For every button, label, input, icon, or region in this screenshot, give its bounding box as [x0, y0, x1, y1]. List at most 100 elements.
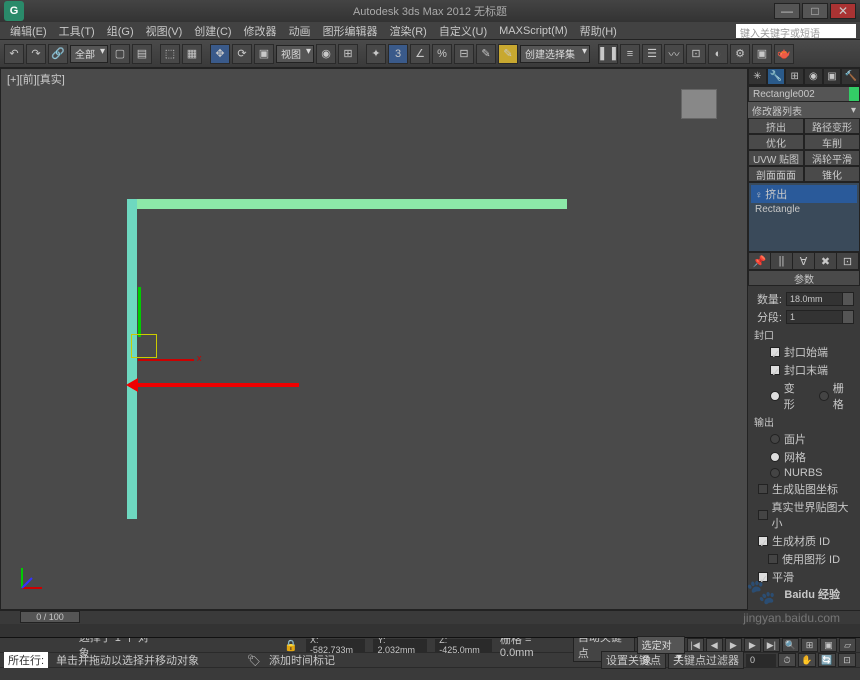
- gizmo-plane[interactable]: [131, 334, 157, 358]
- utilities-tab[interactable]: 🔨: [841, 68, 860, 85]
- pan-button[interactable]: ✋: [798, 653, 816, 667]
- menu-animation[interactable]: 动画: [283, 23, 317, 39]
- x-coord[interactable]: X: -582.733m: [306, 639, 366, 652]
- select-scale-button[interactable]: ▣: [254, 44, 274, 64]
- curve-editor-button[interactable]: 〰: [664, 44, 684, 64]
- named-sel-dropdown[interactable]: 创建选择集: [520, 45, 590, 63]
- add-time-tag[interactable]: 添加时间标记: [269, 652, 335, 668]
- mod-btn-section[interactable]: 剖面面面: [748, 166, 804, 182]
- redo-button[interactable]: ↷: [26, 44, 46, 64]
- mirror-button[interactable]: ▌▐: [598, 44, 618, 64]
- configure-button[interactable]: ⊡: [837, 253, 859, 269]
- rollout-params-header[interactable]: 参数: [748, 270, 860, 286]
- hierarchy-tab[interactable]: ⊞: [785, 68, 804, 85]
- goto-start-button[interactable]: |◀: [687, 638, 704, 652]
- z-coord[interactable]: Z: -425.0mm: [435, 639, 492, 652]
- mod-btn-pathdeform[interactable]: 路径变形: [804, 118, 860, 134]
- manipulate-button[interactable]: ⊞: [338, 44, 358, 64]
- menu-edit[interactable]: 编辑(E): [4, 23, 53, 39]
- render-button[interactable]: 🫖: [774, 44, 794, 64]
- schematic-button[interactable]: ⊡: [686, 44, 706, 64]
- morph-radio[interactable]: [770, 391, 780, 401]
- render-frame-button[interactable]: ▣: [752, 44, 772, 64]
- help-search-input[interactable]: 键入关键字或短语: [736, 24, 856, 38]
- minimize-button[interactable]: —: [774, 3, 800, 19]
- zoom-button[interactable]: 🔍: [782, 638, 799, 652]
- goto-end-button[interactable]: ▶|: [763, 638, 780, 652]
- use-shape-checkbox[interactable]: [768, 554, 778, 564]
- select-rect-button[interactable]: ⬚: [160, 44, 180, 64]
- select-rotate-button[interactable]: ⟳: [232, 44, 252, 64]
- select-object-button[interactable]: ▢: [110, 44, 130, 64]
- spinner-snap-button[interactable]: ⊟: [454, 44, 474, 64]
- link-button[interactable]: 🔗: [48, 44, 68, 64]
- current-frame-field[interactable]: 0: [746, 654, 776, 667]
- zoom-all-button[interactable]: ⊞: [801, 638, 818, 652]
- show-result-button[interactable]: ||: [771, 253, 793, 269]
- window-crossing-button[interactable]: ▦: [182, 44, 202, 64]
- motion-tab[interactable]: ◉: [804, 68, 823, 85]
- amount-spinner[interactable]: 18.0mm: [786, 292, 854, 306]
- time-slider[interactable]: 0 / 100: [0, 610, 860, 624]
- orbit-button[interactable]: 🔄: [818, 653, 836, 667]
- time-config-button[interactable]: ⏱: [778, 653, 796, 667]
- y-coord[interactable]: Y: 2.032mm: [373, 639, 427, 652]
- gizmo-y-axis[interactable]: [138, 287, 141, 337]
- material-editor-button[interactable]: ◐: [708, 44, 728, 64]
- layer-button[interactable]: ☰: [642, 44, 662, 64]
- menu-help[interactable]: 帮助(H): [574, 23, 623, 39]
- patch-radio[interactable]: [770, 434, 780, 444]
- next-frame-button[interactable]: ▶: [744, 638, 761, 652]
- percent-snap-button[interactable]: %: [432, 44, 452, 64]
- modify-tab[interactable]: 🔧: [767, 68, 786, 85]
- cap-start-checkbox[interactable]: ✓: [770, 347, 780, 357]
- mod-btn-extrude[interactable]: 挤出: [748, 118, 804, 134]
- geometry-vertical[interactable]: [127, 199, 137, 519]
- key-mode-dropdown[interactable]: 选定对象: [637, 636, 685, 654]
- play-button[interactable]: ▶: [725, 638, 742, 652]
- mesh-radio[interactable]: [770, 452, 780, 462]
- menu-graph[interactable]: 图形编辑器: [317, 23, 384, 39]
- track-bar[interactable]: [0, 624, 860, 638]
- gizmo-x-axis[interactable]: [138, 359, 194, 361]
- cap-end-checkbox[interactable]: ✓: [770, 365, 780, 375]
- create-tab[interactable]: ✳: [748, 68, 767, 85]
- modifier-stack[interactable]: ♀ 挤出 Rectangle: [748, 182, 860, 252]
- minmax-button[interactable]: ⊡: [838, 653, 856, 667]
- time-slider-handle[interactable]: 0 / 100: [20, 611, 80, 623]
- ref-coord-dropdown[interactable]: 视图: [276, 45, 314, 63]
- undo-button[interactable]: ↶: [4, 44, 24, 64]
- display-tab[interactable]: ▣: [823, 68, 842, 85]
- viewcube[interactable]: [681, 89, 717, 119]
- snap-button[interactable]: ✦: [366, 44, 386, 64]
- menu-maxscript[interactable]: MAXScript(M): [493, 25, 573, 37]
- nurbs-radio[interactable]: [770, 468, 780, 478]
- viewport-front[interactable]: [+][前][真实] x: [0, 68, 748, 610]
- real-world-checkbox[interactable]: [758, 510, 768, 520]
- menu-create[interactable]: 创建(C): [188, 23, 237, 39]
- zoom-extents-button[interactable]: ▣: [820, 638, 837, 652]
- object-name-field[interactable]: Rectangle002: [748, 86, 860, 102]
- angle-snap-button[interactable]: ∠: [410, 44, 430, 64]
- menu-custom[interactable]: 自定义(U): [433, 23, 493, 39]
- geometry-horizontal[interactable]: [127, 199, 567, 209]
- mod-btn-turbosmooth[interactable]: 涡轮平滑: [804, 150, 860, 166]
- selection-filter-dropdown[interactable]: 全部: [70, 45, 108, 63]
- prev-frame-button[interactable]: ◀: [706, 638, 723, 652]
- mod-btn-lathe[interactable]: 车削: [804, 134, 860, 150]
- gen-mat-checkbox[interactable]: ✓: [758, 536, 768, 546]
- select-name-button[interactable]: ▤: [132, 44, 152, 64]
- close-button[interactable]: ✕: [830, 3, 856, 19]
- menu-views[interactable]: 视图(V): [140, 23, 189, 39]
- mod-btn-taper[interactable]: 锥化: [804, 166, 860, 182]
- menu-modifiers[interactable]: 修改器: [238, 23, 283, 39]
- gen-map-checkbox[interactable]: [758, 484, 768, 494]
- pivot-button[interactable]: ◉: [316, 44, 336, 64]
- restore-button[interactable]: □: [802, 3, 828, 19]
- snap-toggle-button[interactable]: 3: [388, 44, 408, 64]
- edit-named-button[interactable]: ✎: [476, 44, 496, 64]
- mod-btn-uvw[interactable]: UVW 贴图: [748, 150, 804, 166]
- named-sel-button[interactable]: ✎: [498, 44, 518, 64]
- menu-tools[interactable]: 工具(T): [53, 23, 101, 39]
- stack-item-extrude[interactable]: ♀ 挤出: [751, 185, 857, 203]
